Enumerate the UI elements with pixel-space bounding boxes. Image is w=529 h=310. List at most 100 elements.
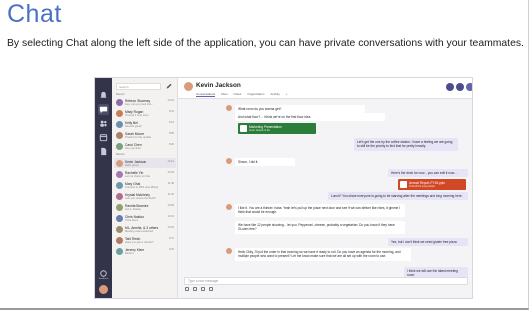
chat-preview: Can you review the deck? [125, 196, 156, 200]
chat-list-item[interactable]: Sarah Moore Thanks for the update 8:55 [114, 130, 176, 140]
chat-preview: I'll send it over soon [125, 113, 149, 117]
slide-subtitle: By selecting Chat along the left side of… [7, 38, 524, 49]
chat-time: 9:47 [168, 236, 174, 240]
conversation-tabs: Conversations Files Notes Organization Activ… [196, 92, 288, 97]
rail-files[interactable] [98, 146, 109, 157]
user-avatar[interactable] [99, 285, 108, 294]
avatar [116, 142, 123, 150]
message-bubble: We have like 12 people showing... let yo… [235, 221, 405, 234]
tab-item[interactable]: + [286, 92, 288, 97]
chat-preview: Have you got a minute? [125, 240, 154, 244]
message-bubble: Simon, I did it. [235, 158, 295, 167]
chat-list-item[interactable]: Krystal Mckinney Can you review the deck?… [114, 191, 176, 201]
tab-item[interactable]: Conversations [196, 92, 216, 97]
more-options-button[interactable] [466, 83, 472, 91]
chat-preview: Sounds great! [125, 124, 142, 128]
message-bubble: Hello Cliky, I'll put the order in that … [235, 248, 411, 261]
contact-avatar [184, 82, 193, 91]
chat-time: 12:02 [167, 170, 175, 174]
chat-preview: I'll be there [125, 218, 139, 222]
chat-list-item[interactable]: Rebecc Stuarnsy Hey, can you look into...… [114, 97, 176, 107]
avatar [116, 181, 123, 189]
chat-time: 8:30 [168, 142, 174, 146]
chat-list-item[interactable]: Chris Naidoo I'll be there 10:31 [114, 213, 176, 223]
chat-list-item[interactable]: Kelly Bel Sounds great! 9:12 [114, 119, 176, 129]
chat-time: 10:31 [167, 214, 175, 218]
chat-list-item[interactable]: Carol Chen See you then 8:30 [114, 141, 176, 151]
message-bubble: Yes, but I don't think we need gluten fr… [388, 238, 468, 247]
teams-app-window: Feedback Search Recent Rebecc Stuarnsy He… [94, 77, 473, 299]
rail-activity[interactable] [98, 90, 109, 101]
bell-icon [100, 91, 107, 98]
excel-file-icon [240, 125, 247, 132]
audio-call-button[interactable] [456, 83, 464, 91]
conversation-pane: Kevin Jackson Conversations Files Notes Org… [178, 78, 472, 298]
avatar [116, 214, 123, 222]
powerpoint-file-icon [400, 181, 407, 188]
attach-icon[interactable] [193, 287, 197, 291]
chat-time: 11:48 [167, 181, 174, 185]
avatar [116, 109, 123, 117]
rail-meetings[interactable] [98, 132, 109, 143]
chat-list-item[interactable]: Ramita Bosmire Got it, thanks 10:55 [114, 202, 176, 212]
chat-list-item[interactable]: Misty Rogan I'll send it over soon 9:41 [114, 108, 176, 118]
chat-preview: See you then [125, 146, 141, 150]
message-bubble: I like it. You are a thinker. haha. Yeah… [235, 204, 405, 217]
message-composer[interactable]: Type a new message [184, 277, 468, 285]
chat-time: 9:12 [168, 120, 174, 124]
avatar [116, 170, 123, 178]
chat-list-item[interactable]: Kevin Jackson Hello group 12:14 [114, 158, 176, 168]
section-header-recent: Recent [116, 153, 125, 156]
video-call-button[interactable] [446, 83, 454, 91]
avatar [116, 247, 123, 255]
contact-name: Kevin Jackson [196, 82, 241, 89]
file-card[interactable]: Annual Report-FY18.pptx PowerPoint prese… [398, 179, 466, 190]
chat-list-pane: Search Recent Rebecc Stuarnsy Hey, can yo… [112, 78, 178, 298]
format-icon[interactable] [185, 287, 189, 291]
tab-item[interactable]: Files [221, 92, 227, 97]
emoji-icon[interactable] [201, 287, 205, 291]
chat-preview: Let me check on that [125, 174, 150, 178]
avatar [116, 98, 123, 106]
message-bubble: Here's the deck for now... you can edit … [388, 169, 468, 178]
teams-icon [100, 120, 107, 127]
chat-preview: Thanks for the update [125, 135, 152, 139]
avatar [116, 192, 123, 200]
chat-time: 10:55 [167, 203, 175, 207]
tab-item[interactable]: Organization [247, 92, 264, 97]
gif-icon[interactable] [209, 287, 213, 291]
chat-time: 10:24 [167, 98, 175, 102]
chat-list-item[interactable]: ML, Amelia, & 3 others Meeting notes atta… [114, 224, 176, 234]
search-input[interactable]: Search [116, 83, 161, 90]
avatar [116, 236, 123, 244]
chat-time: 12:14 [167, 159, 175, 163]
message-avatar [226, 105, 232, 111]
section-header-recent: Recent [116, 93, 125, 96]
avatar [116, 159, 123, 167]
chat-list-item[interactable]: Rachelle Yin Let me check on that 12:02 [114, 169, 176, 179]
chat-preview: Connect to RSS (see #Dan) [125, 185, 159, 189]
message-bubble: Lunch? You share everyone is going to be… [328, 192, 468, 201]
chat-preview: Perfect [125, 251, 134, 255]
compose-icon [166, 83, 172, 89]
tab-item[interactable]: Notes [234, 92, 242, 97]
rail-teams[interactable] [98, 118, 109, 129]
chat-list-item[interactable]: Mary Ghal Connect to RSS (see #Dan) 11:48 [114, 180, 176, 190]
message-bubble: Let's get the one by the coffee station.… [354, 138, 458, 151]
message-bubble: And what floor?... I think we're on the … [235, 113, 385, 122]
rail-chat[interactable] [98, 104, 109, 115]
chat-preview: Meeting notes attached [125, 229, 153, 233]
tab-item[interactable]: Activity [270, 92, 280, 97]
chat-preview: Got it, thanks [125, 207, 141, 211]
avatar [116, 120, 123, 128]
chat-icon [99, 106, 108, 114]
file-card[interactable]: Marketing Presentation Kevin Jackson's f… [238, 123, 316, 134]
chat-list-item[interactable]: Tahl Reich Have you got a minute? 9:47 [114, 235, 176, 245]
feedback-label: Feedback [98, 278, 109, 280]
avatar [116, 131, 123, 139]
meetings-icon [99, 134, 108, 142]
new-chat-button[interactable] [165, 83, 173, 90]
app-rail: Feedback [95, 78, 112, 298]
chat-list-item[interactable]: Jeremy Klem Perfect 9:20 [114, 246, 176, 256]
avatar [116, 225, 123, 233]
